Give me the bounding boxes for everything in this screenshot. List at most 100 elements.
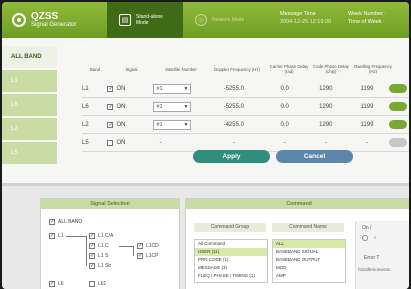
signal-selection-panel: Signal Selection ✓ ALL BAND ✓ L1 ✓ L1 C/A ✓… xyxy=(40,198,180,289)
standalone-mode-icon: ▤ xyxy=(119,14,131,26)
signal-state: ON xyxy=(116,139,126,146)
checkbox[interactable]: ✓ xyxy=(49,281,55,287)
code-phase-value[interactable]: 1290 xyxy=(306,86,345,92)
command-name-label: Command Name xyxy=(272,223,344,232)
command-name-list[interactable]: ALL BASEBAND SIGNAL BASEBAND OUTPUT MOD … xyxy=(272,239,346,283)
tree-l61[interactable]: L61 xyxy=(89,281,106,287)
list-item[interactable]: BASEBAND SIGNAL xyxy=(273,248,345,256)
carrier-phase-value[interactable]: 0.0 xyxy=(263,104,306,110)
checkbox[interactable]: ✓ xyxy=(137,253,143,259)
list-item[interactable]: USER (11) xyxy=(195,248,267,256)
message-time-label: Message Time xyxy=(280,11,316,17)
signal-state: ON xyxy=(116,103,126,110)
checkbox[interactable]: ✓ xyxy=(89,243,95,249)
tree-l1-sb[interactable]: ✓ L1 Sb xyxy=(89,263,111,269)
checkbox[interactable]: ✓ xyxy=(89,233,95,239)
doppler-value[interactable]: -5255.0 xyxy=(204,104,263,110)
doppler-value[interactable]: -4255.0 xyxy=(204,122,263,128)
list-item[interactable]: PRN CODE (1) xyxy=(195,256,267,264)
signal-checkbox[interactable]: ✓ xyxy=(107,121,114,128)
tree-l1-s[interactable]: ✓ L1 S xyxy=(89,253,108,259)
command-group-list[interactable]: All Command USER (11) PRN CODE (1) MESSA… xyxy=(194,239,268,283)
band-item-l2[interactable]: L2 xyxy=(2,118,57,140)
checkbox[interactable]: ✓ xyxy=(89,253,95,259)
band-item-l6[interactable]: L6 xyxy=(2,94,57,116)
tree-label: L1 Sb xyxy=(98,263,112,269)
list-item[interactable]: FLEQ / PHASE / TIMING (1) xyxy=(195,272,267,280)
chevron-down-icon: ▼ xyxy=(183,103,189,110)
checkbox[interactable]: ✓ xyxy=(49,233,55,239)
checkbox[interactable] xyxy=(89,281,95,287)
header-dwelling: Dwelling Frequency (Hz) xyxy=(354,64,392,74)
signal-selection-title: Signal Selection xyxy=(41,199,179,209)
signal-checkbox[interactable] xyxy=(107,139,114,146)
dwelling-value[interactable]: 1199 xyxy=(345,122,388,128)
apply-button[interactable]: Apply xyxy=(193,150,270,163)
band-item-all[interactable]: ALL BAND xyxy=(2,46,57,68)
satellite-select[interactable]: #1 ▼ xyxy=(153,101,192,112)
list-item[interactable]: ALL xyxy=(273,240,345,248)
command-group-label: Command Group xyxy=(194,223,266,232)
satellite-select[interactable]: #1 ▼ xyxy=(153,119,192,130)
list-item[interactable]: MESSAGE (3) xyxy=(195,264,267,272)
tree-label: L1CP xyxy=(146,253,159,259)
tree-l6[interactable]: ✓ L6 xyxy=(49,281,64,287)
checkbox[interactable]: ✓ xyxy=(137,243,143,249)
row-action-button[interactable] xyxy=(388,84,407,93)
list-item[interactable]: MOD xyxy=(273,264,345,272)
checkbox[interactable]: ✓ xyxy=(49,219,55,225)
list-item[interactable]: BASEBAND OUTPUT xyxy=(273,256,345,264)
tab-standalone-mode[interactable]: ▤ Stand-alone Mode xyxy=(107,2,183,38)
row-band: L6 xyxy=(82,103,89,110)
satellite-value: #1 xyxy=(156,121,163,128)
list-item[interactable]: All Command xyxy=(195,240,267,248)
satellite-value: #1 xyxy=(156,103,163,110)
row-band: L1 xyxy=(82,85,89,92)
tree-l1cp[interactable]: ✓ L1CP xyxy=(137,253,159,259)
on-off-panel: On / ○ Error T hrizaftenoments xyxy=(355,221,409,289)
tree-l1cd[interactable]: ✓ L1CD xyxy=(137,243,159,249)
band-item-l1[interactable]: L1 xyxy=(2,70,57,92)
app-title: QZSS xyxy=(31,11,59,22)
on-radio[interactable] xyxy=(362,235,368,241)
tree-label: L6 xyxy=(58,281,64,287)
list-item[interactable]: AMP xyxy=(273,272,345,280)
carrier-phase-value[interactable]: 0.0 xyxy=(263,122,306,128)
command-title: Command xyxy=(186,199,409,209)
cancel-button[interactable]: Cancel xyxy=(276,150,353,163)
tree-all-band[interactable]: ✓ ALL BAND xyxy=(49,219,82,225)
code-phase-value[interactable]: 1290 xyxy=(306,104,345,110)
mode-label: Network Mode xyxy=(212,17,245,23)
signal-checkbox[interactable]: ✓ xyxy=(107,85,114,92)
checkbox[interactable]: ✓ xyxy=(89,263,95,269)
tab-network-mode[interactable]: ◎ Network Mode xyxy=(183,2,259,38)
header-code-phase: Code Phase Delay (chip) xyxy=(313,64,349,74)
satellite-value: - xyxy=(159,139,162,146)
dwelling-value[interactable]: 1199 xyxy=(345,104,388,110)
network-mode-icon: ◎ xyxy=(195,14,207,26)
tree-l1-ca[interactable]: ✓ L1 C/A xyxy=(89,233,113,239)
code-phase-value: - xyxy=(324,139,327,146)
satellite-value: #1 xyxy=(156,85,163,92)
tree-l1-c[interactable]: ✓ L1 C xyxy=(89,243,109,249)
mode-label: Stand-alone Mode xyxy=(136,14,163,26)
band-item-l5[interactable]: L5 xyxy=(2,142,57,164)
table-row: L6 ✓ ON #1 ▼ -5255.0 0.0 1290 1199 xyxy=(82,98,409,116)
doppler-value[interactable]: -5255.0 xyxy=(204,86,263,92)
header-bar: QZSS Signal Generator ▤ Stand-alone Mode… xyxy=(2,2,409,38)
tree-label: L1CD xyxy=(146,243,159,249)
tree-label: L61 xyxy=(98,281,107,287)
signal-checkbox[interactable]: ✓ xyxy=(107,103,114,110)
dwelling-value[interactable]: 1199 xyxy=(345,86,388,92)
satellite-select[interactable]: #1 ▼ xyxy=(153,83,192,94)
tree-l1[interactable]: ✓ L1 xyxy=(49,233,64,239)
carrier-phase-value[interactable]: 0.0 xyxy=(263,86,306,92)
code-phase-value[interactable]: 1290 xyxy=(306,122,345,128)
tree-label: L1 C/A xyxy=(98,233,114,239)
band-menu: ALL BAND L1 L6 L2 L5 xyxy=(2,46,57,166)
app-subtitle: Signal Generator xyxy=(31,22,77,28)
error-label: Error T xyxy=(364,255,380,262)
on-off-label: On / xyxy=(362,225,372,231)
row-action-button[interactable] xyxy=(388,120,407,129)
row-action-button[interactable] xyxy=(388,102,407,111)
